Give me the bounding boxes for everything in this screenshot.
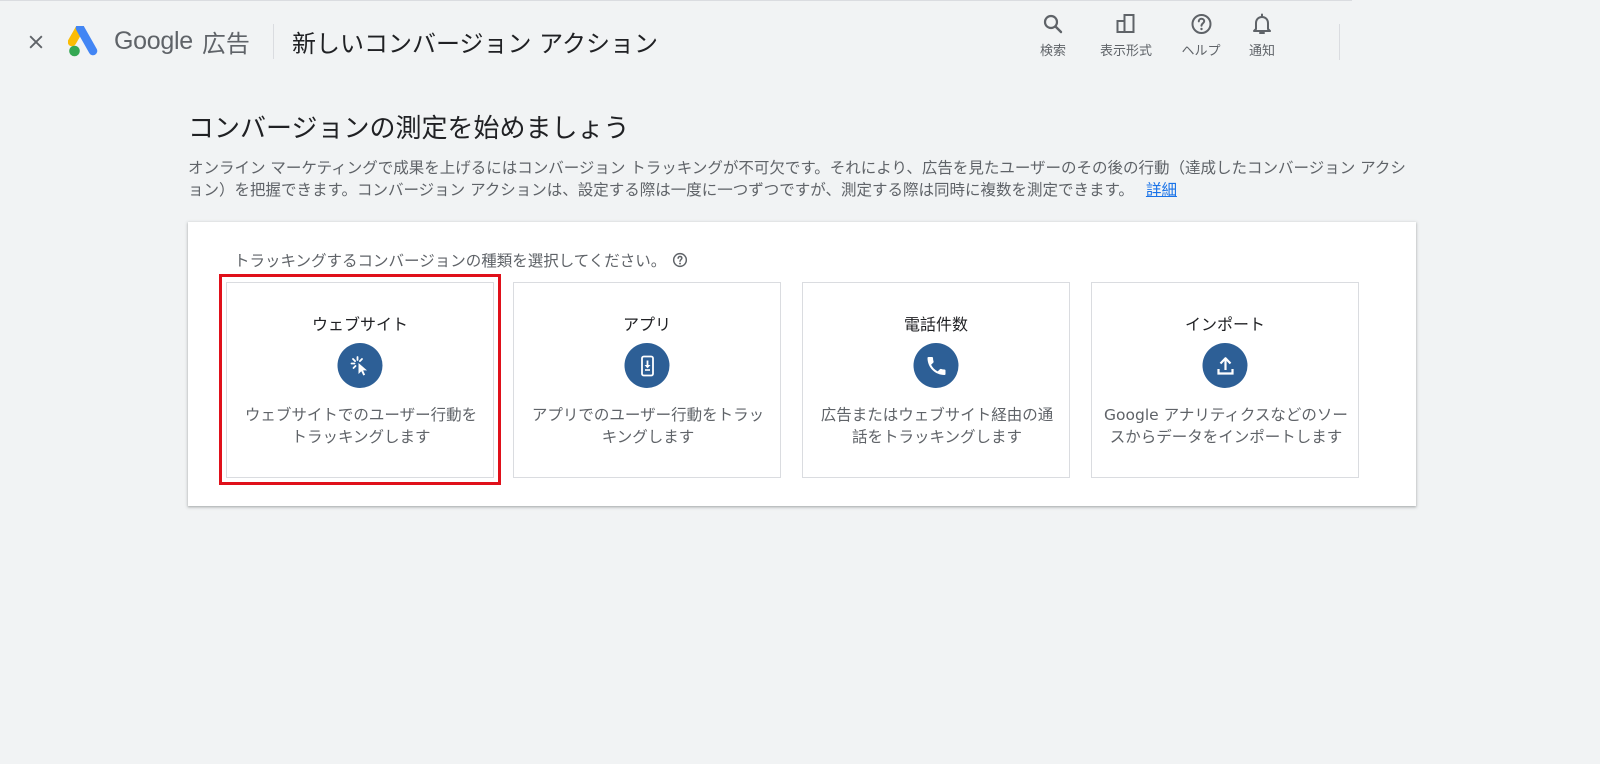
header-tools: 検索 表示形式 ヘルプ 通知 [0, 12, 1340, 72]
help-button[interactable]: ヘルプ [1181, 12, 1221, 59]
appearance-label: 表示形式 [1099, 44, 1153, 59]
learn-more-link[interactable]: 詳細 [1146, 181, 1177, 199]
option-title: アプリ [622, 315, 671, 334]
option-import[interactable]: インポート Google アナリティクスなどのソースからデータをインポートします [1091, 282, 1359, 478]
upload-icon [1216, 356, 1234, 375]
option-title: ウェブサイト [311, 315, 408, 334]
option-description: アプリでのユーザー行動をトラッキングします [531, 406, 765, 446]
conversion-type-card: トラッキングするコンバージョンの種類を選択してください。 ウェブサイト ウェブサ… [188, 222, 1416, 506]
search-icon [1043, 14, 1063, 34]
help-label: ヘルプ [1181, 44, 1221, 59]
conversion-type-prompt: トラッキングするコンバージョンの種類を選択してください。 [234, 249, 688, 271]
option-website[interactable]: ウェブサイト ウェブサイトでのユーザー行動をトラッキングします [226, 282, 494, 478]
search-button[interactable]: 検索 [1040, 12, 1066, 59]
appearance-icon [1116, 14, 1135, 33]
option-description: ウェブサイトでのユーザー行動をトラッキングします [244, 406, 478, 446]
option-description: 広告またはウェブサイト経由の通話をトラッキングします [820, 406, 1054, 446]
conversion-setup-page: Google 広告 新しいコンバージョン アクション 検索 表示形式 ヘルプ 通… [0, 0, 1600, 764]
option-icon-circle [624, 343, 670, 388]
prompt-text: トラッキングするコンバージョンの種類を選択してください。 [234, 252, 667, 270]
option-title: 電話件数 [903, 315, 968, 334]
main-heading: コンバージョンの測定を始めましょう [188, 114, 630, 144]
appearance-button[interactable]: 表示形式 [1100, 12, 1152, 59]
help-icon[interactable] [672, 252, 688, 268]
description-text: オンライン マーケティングで成果を上げるにはコンバージョン トラッキングが不可欠… [188, 159, 1406, 199]
option-icon-circle [913, 343, 959, 388]
option-phone-calls[interactable]: 電話件数 広告またはウェブサイト経由の通話をトラッキングします [802, 282, 1070, 478]
help-icon [1190, 14, 1211, 34]
top-border [0, 0, 1352, 1]
phone-icon [927, 356, 945, 375]
intro-description: オンライン マーケティングで成果を上げるにはコンバージョン トラッキングが不可欠… [188, 157, 1418, 201]
notifications-label: 通知 [1248, 44, 1276, 59]
bell-icon [1252, 13, 1271, 34]
notifications-button[interactable]: 通知 [1249, 12, 1275, 59]
option-description: Google アナリティクスなどのソースからデータをインポートします [1104, 406, 1348, 446]
option-icon-circle [337, 343, 383, 388]
option-icon-circle [1202, 343, 1248, 388]
tools-divider [1339, 24, 1340, 60]
option-title: インポート [1184, 315, 1265, 334]
search-label: 検索 [1039, 44, 1067, 59]
option-app[interactable]: アプリ アプリでのユーザー行動をトラッキングします [513, 282, 781, 478]
cursor-click-icon [350, 355, 367, 375]
phone-download-icon [640, 355, 654, 376]
